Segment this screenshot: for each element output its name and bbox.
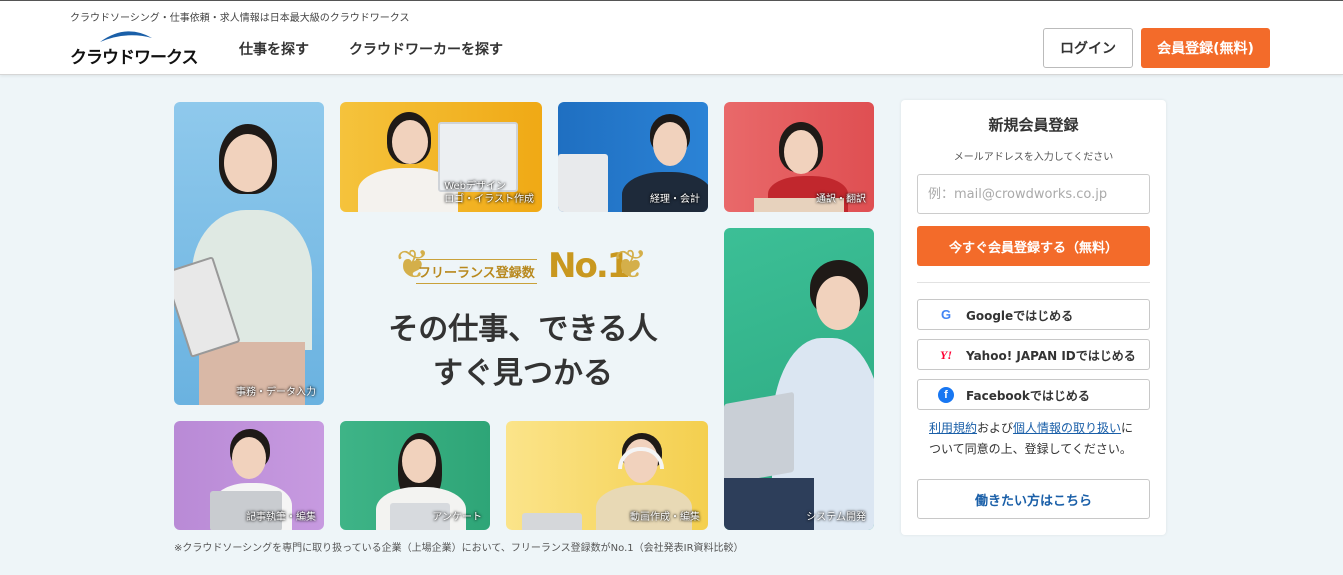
tile-accounting[interactable]: 経理・会計: [558, 102, 708, 212]
tile-survey[interactable]: アンケート: [340, 421, 490, 530]
yahoo-signup-button[interactable]: Y! Yahoo! JAPAN IDではじめる: [917, 339, 1150, 370]
nav-find-workers[interactable]: クラウドワーカーを探す: [349, 39, 503, 59]
signup-panel: 新規会員登録 メールアドレスを入力してください 今すぐ会員登録する（無料） G …: [901, 100, 1166, 535]
google-signup-label: Googleではじめる: [966, 309, 1074, 323]
tile-video-editing[interactable]: 動画作成・編集: [506, 421, 708, 530]
logo-arc-icon: [100, 31, 152, 42]
terms-notice: 利用規約および個人情報の取り扱いについて同意の上、登録してください。: [929, 418, 1144, 460]
email-input[interactable]: [917, 174, 1150, 214]
laurel-right-icon: ❦: [614, 242, 648, 288]
tile-caption: システム開発: [806, 512, 866, 523]
tile-caption: 通訳・翻訳: [816, 194, 866, 205]
yahoo-signup-label: Yahoo! JAPAN IDではじめる: [966, 349, 1136, 363]
terms-link[interactable]: 利用規約: [929, 421, 977, 435]
headline-line: すぐ見つかる: [433, 355, 613, 391]
tile-caption: 動画作成・編集: [630, 512, 700, 523]
tile-caption: 経理・会計: [650, 194, 700, 205]
tile-data-entry[interactable]: 事務・データ入力: [174, 102, 324, 405]
no1-badge: ❦ フリーランス登録数 No.1 ❦: [396, 240, 648, 296]
tile-web-design[interactable]: Webデザイン ロゴ・イラスト作成: [340, 102, 542, 212]
badge-label: フリーランス登録数: [416, 259, 537, 284]
caption-line: Webデザイン: [444, 181, 506, 192]
headline-line: その仕事、できる人: [388, 312, 658, 347]
signup-title: 新規会員登録: [988, 116, 1079, 134]
worker-link-button[interactable]: 働きたい方はこちら: [917, 479, 1150, 519]
crowdworks-logo[interactable]: クラウドワークス: [70, 29, 198, 69]
signup-submit-button[interactable]: 今すぐ会員登録する（無料）: [917, 226, 1150, 266]
tile-translation[interactable]: 通訳・翻訳: [724, 102, 874, 212]
register-button[interactable]: 会員登録(無料): [1141, 28, 1270, 68]
yahoo-icon: Y!: [940, 348, 952, 362]
site-header: クラウドソーシング・仕事依頼・求人情報は日本最大級のクラウドワークス クラウドワ…: [0, 0, 1343, 75]
tile-caption: 記事執筆・編集: [246, 512, 316, 523]
tile-caption: Webデザイン ロゴ・イラスト作成: [444, 180, 534, 206]
signup-subtitle: メールアドレスを入力してください: [953, 152, 1114, 163]
tile-writing[interactable]: 記事執筆・編集: [174, 421, 324, 530]
facebook-signup-label: Facebookではじめる: [966, 389, 1090, 403]
divider: [917, 282, 1150, 283]
footnote: ※クラウドソーシングを専門に取り扱っている企業（上場企業）において、フリーランス…: [174, 543, 744, 554]
nav-find-jobs[interactable]: 仕事を探す: [239, 39, 309, 59]
google-icon: G: [940, 307, 952, 322]
tile-system-development[interactable]: システム開発: [724, 228, 874, 530]
tile-caption: 事務・データ入力: [236, 387, 316, 398]
header-tagline: クラウドソーシング・仕事依頼・求人情報は日本最大級のクラウドワークス: [70, 13, 410, 24]
privacy-link[interactable]: 個人情報の取り扱い: [1013, 421, 1121, 435]
google-signup-button[interactable]: G Googleではじめる: [917, 299, 1150, 330]
facebook-icon: f: [938, 387, 954, 403]
caption-line: ロゴ・イラスト作成: [444, 194, 534, 205]
hero-headline: その仕事、できる人 すぐ見つかる: [340, 308, 706, 395]
facebook-signup-button[interactable]: f Facebookではじめる: [917, 379, 1150, 410]
logo-text: クラウドワークス: [70, 48, 198, 68]
login-button[interactable]: ログイン: [1043, 28, 1133, 68]
terms-and: および: [977, 421, 1014, 435]
tile-caption: アンケート: [432, 512, 482, 523]
